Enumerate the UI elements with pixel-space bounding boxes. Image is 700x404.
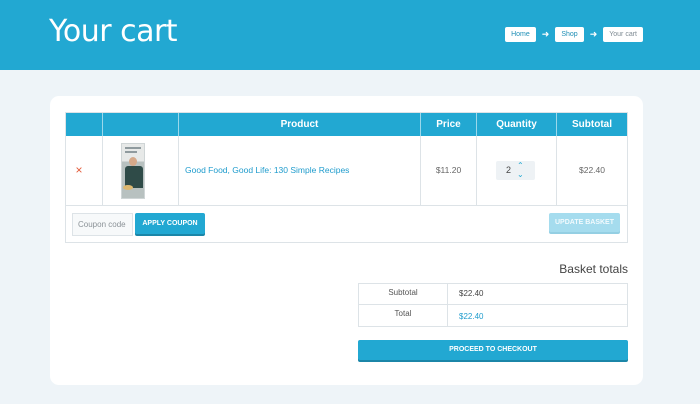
subtotal-value: $22.40 [459,289,484,298]
subtotal-label: Subtotal [359,284,448,305]
subtotal-row: Subtotal $22.40 [359,284,627,305]
cart-table: Product Price Quantity Subtotal × Good F… [65,112,628,243]
close-icon[interactable]: × [74,164,84,176]
product-price: $11.20 [435,165,462,175]
column-quantity: Quantity [477,113,557,136]
price-cell: $11.20 [421,136,477,206]
product-cell: Good Food, Good Life: 130 Simple Recipes [179,136,421,206]
update-basket-button[interactable]: Update basket [549,213,620,232]
total-row: Total $22.40 [359,305,627,326]
apply-coupon-button[interactable]: Apply coupon [135,213,205,234]
arrow-right-icon: ➜ [589,29,598,39]
total-value: $22.40 [459,312,484,321]
basket-totals-table: Subtotal $22.40 Total $22.40 [358,283,628,327]
total-label: Total [359,305,448,326]
product-link[interactable]: Good Food, Good Life: 130 Simple Recipes [185,165,349,175]
column-thumbnail [103,113,179,136]
column-price: Price [421,113,477,136]
column-product: Product [179,113,421,136]
cart-card: Product Price Quantity Subtotal × Good F… [50,96,643,385]
breadcrumb-shop[interactable]: Shop [555,27,584,42]
chevron-up-icon[interactable]: ⌃ [517,162,524,170]
table-row: × Good Food, Good Life: 130 Simple Recip… [66,136,627,206]
chevron-down-icon[interactable]: ⌄ [517,171,524,179]
breadcrumb: Home ➜ Shop ➜ Your cart [505,27,643,42]
column-subtotal: Subtotal [572,119,612,130]
subtotal-cell: $22.40 [557,136,627,206]
coupon-code-input[interactable] [72,213,133,236]
arrow-right-icon: ➜ [541,29,550,39]
breadcrumb-home[interactable]: Home [505,27,536,42]
page-title: Your cart [49,14,178,49]
cart-table-header: Product Price Quantity Subtotal [66,113,627,136]
page-header: Your cart Home ➜ Shop ➜ Your cart [0,0,700,70]
quantity-stepper[interactable]: 2 ⌃ ⌄ [496,161,535,180]
quantity-value[interactable]: 2 [506,165,511,175]
basket-totals-title: Basket totals [559,262,628,276]
line-subtotal: $22.40 [579,165,605,175]
proceed-to-checkout-button[interactable]: Proceed to checkout [358,340,628,360]
quantity-cell: 2 ⌃ ⌄ [477,136,557,206]
breadcrumb-current: Your cart [603,27,643,42]
product-thumbnail[interactable] [121,143,145,199]
remove-cell: × [66,136,103,206]
column-remove [66,113,103,136]
thumbnail-cell [103,136,179,206]
